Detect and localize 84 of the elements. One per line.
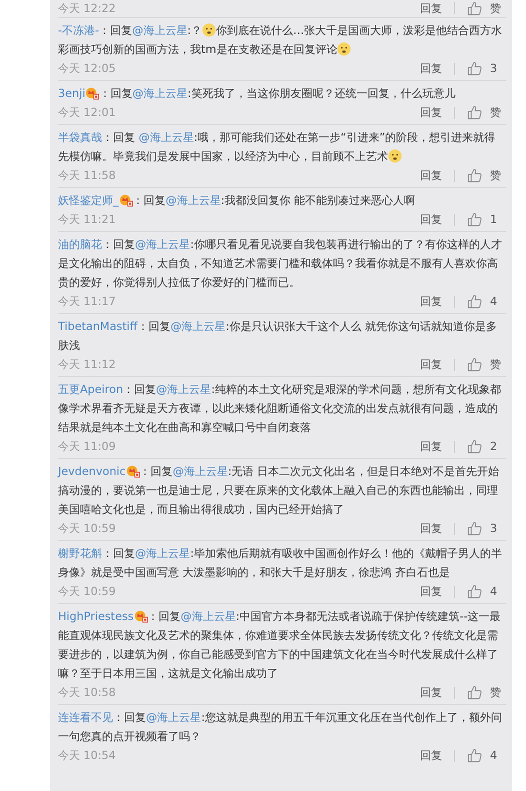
comment-text: 油的脑花：回复@海上云星:你哪只看见看见说要自我包装再进行输出的了？有你这样的人才是文化输出的阻碍，太自负，不知道艺术需要门槛和载体吗？我看你就是不服有人喜欢你高贵的爱好，你觉得别人拉低了你爱好的门槛而已。 [58, 237, 503, 291]
reply-link[interactable]: 回复 [420, 584, 442, 599]
reply-link[interactable]: 回复 [420, 748, 442, 763]
like-count: 4 [490, 749, 498, 762]
mention-link[interactable]: @海上云星 [132, 24, 188, 37]
comment-text: 榭野花斛：回复@海上云星:毕加索他后期就有吸收中国画创作好么！他的《戴帽子男人的半身像》就是受中国画写意 大泼墨影响的，和张大千是好朋友，徐悲鸿 齐白石也是 [58, 546, 503, 581]
reply-link[interactable]: 回复 [420, 61, 442, 76]
comment-text: TibetanMastiff：回复@海上云星:你是只认识张大千这个人么 就凭你这句话就知道你是多肤浅 [58, 319, 498, 354]
thumbs-up-icon[interactable] [467, 61, 482, 76]
mention-link[interactable]: @海上云星 [135, 238, 190, 251]
thumbs-up-icon[interactable] [467, 0, 482, 16]
mention-link[interactable]: @海上云星 [138, 131, 194, 144]
like-count: 3 [490, 62, 498, 75]
thumbs-up-icon[interactable] [467, 212, 482, 227]
comment-time: 今天 12:01 [58, 105, 116, 120]
thumbs-up-icon[interactable] [467, 584, 482, 599]
comment-time: 今天 12:05 [58, 61, 116, 76]
comment-time: 今天 11:12 [58, 357, 116, 372]
comment-time: 今天 10:59 [58, 521, 116, 536]
reply-link[interactable]: 回复 [420, 357, 442, 372]
reply-link[interactable]: 回复 [420, 294, 442, 309]
comment-time: 今天 11:17 [58, 294, 116, 309]
like-count: 赞 [490, 357, 502, 372]
thumbs-up-icon[interactable] [467, 294, 482, 309]
comment-time: 今天 12:22 [58, 0, 116, 16]
author-name[interactable]: 油的脑花 [58, 238, 102, 251]
comment-time: 今天 11:21 [58, 212, 116, 227]
comment-time: 今天 10:59 [58, 584, 116, 599]
comment-time: 今天 10:58 [58, 685, 116, 700]
thumbs-up-icon[interactable] [467, 439, 482, 454]
mention-link[interactable]: @海上云星 [156, 383, 212, 396]
author-name[interactable]: Jevdenvonic [58, 465, 126, 478]
like-count: 4 [490, 295, 498, 308]
author-name[interactable]: TibetanMastiff [58, 320, 138, 333]
emoji-icon [202, 23, 216, 37]
comment-text: -不冻港-：回复@海上云星:？ 你到底在说什么…张大千是国画大师，泼彩是他结合西方水彩画技巧创新的国画方法，我tm是在支教还是在回复评论 [58, 22, 504, 58]
mention-link[interactable]: @海上云星 [170, 320, 226, 333]
comment-text: 半袋真哉：回复 @海上云星:哦，那可能我们还处在第一步“引进来”的阶段，想引进来就得先模仿嘛。毕竟我们是发展中国家，以经济为中心，目前顾不上艺术 [58, 130, 496, 165]
comment-text: 3enji ：回复@海上云星:笑死我了，当这你朋友圈呢？还统一回复，什么玩意儿 [58, 85, 456, 102]
reply-link[interactable]: 回复 [420, 105, 442, 120]
author-name[interactable]: 五更Apeiron [58, 383, 124, 396]
thumbs-up-icon[interactable] [467, 105, 482, 120]
comment-text: 连连看不见：回复@海上云星:您这就是典型的用五千年沉重文化压在当代创作上了，额外问一句您真的点开视频看了吗？ [58, 710, 503, 745]
reply-link[interactable]: 回复 [420, 685, 442, 700]
author-name[interactable]: 连连看不见 [58, 711, 113, 724]
thumbs-up-icon[interactable] [467, 168, 482, 183]
mention-link[interactable]: @海上云星 [135, 547, 190, 560]
mention-link[interactable]: @海上云星 [172, 465, 228, 478]
comment-time: 今天 10:54 [58, 748, 116, 763]
like-count: 赞 [490, 105, 502, 120]
thumbs-up-icon[interactable] [467, 748, 482, 763]
thumbs-up-icon[interactable] [467, 685, 482, 700]
comment-time: 今天 11:09 [58, 439, 116, 454]
like-count: 赞 [490, 0, 502, 16]
emoji-icon [337, 42, 352, 56]
author-name[interactable]: -不冻港- [58, 24, 100, 37]
reply-link[interactable]: 回复 [420, 521, 442, 536]
reply-link[interactable]: 回复 [420, 0, 442, 16]
like-count: 2 [490, 440, 498, 453]
thumbs-up-icon[interactable] [467, 357, 482, 372]
like-count: 赞 [490, 168, 502, 183]
like-count: 1 [490, 213, 498, 226]
mention-link[interactable]: @海上云星 [132, 87, 188, 100]
author-name[interactable]: HighPriestess [58, 610, 134, 623]
author-name[interactable]: 榭野花斛 [58, 547, 102, 560]
like-count: 3 [490, 522, 498, 535]
mention-link[interactable]: @海上云星 [166, 194, 221, 207]
like-count: 赞 [490, 685, 502, 700]
author-name[interactable]: 半袋真哉 [58, 131, 102, 144]
comment-text: 五更Apeiron：回复@海上云星:纯粹的本土文化研究是艰深的学术问题，想所有文化现象都像学术界看齐无疑是天方夜谭，以此来矮化阻断通俗文化交流的出发点就很有问题，造成的结果就是纯本土文化在曲高和寡空喊口号中自闭衰落 [58, 382, 502, 436]
comment-text: 妖怪鉴定师_ ：回复@海上云星:我都没回复你 能不能别凑过来恶心人啊 [58, 192, 416, 209]
reply-link[interactable]: 回复 [420, 439, 442, 454]
like-count: 4 [490, 585, 498, 598]
reply-link[interactable]: 回复 [420, 168, 442, 183]
comment-text: HighPriestess ：回复@海上云星:中国官方本身都无法或者说疏于保护传统建筑--这一最能直观体现民族文化及艺术的聚集体，你难道要求全体民族去发扬传统文化？传统文化是需要进步的，以建筑为例，你自己能感受到官方下的中国建筑文化在当今时代发展成什么样了嘛？至于日本用三国，这就是文化输出成功了 [58, 608, 502, 682]
reply-link[interactable]: 回复 [420, 212, 442, 227]
author-name[interactable]: 妖怪鉴定师_ [58, 194, 119, 207]
comment-time: 今天 11:58 [58, 168, 116, 183]
mention-link[interactable]: @海上云星 [146, 711, 202, 724]
comment-text: Jevdenvonic ：回复@海上云星:无语 日本二次元文化出名，但是日本绝对不是首先开始搞动漫的，要说第一也是迪士尼，只要在原来的文化载体上融入自己的东西也能输出，同理美国嘻哈文化也是，而且输出得很成功，国内已经开始搞了 [58, 463, 500, 518]
mention-link[interactable]: @海上云星 [180, 610, 236, 623]
thumbs-up-icon[interactable] [467, 521, 482, 536]
author-name[interactable]: 3enji [58, 87, 86, 100]
emoji-icon [388, 149, 402, 163]
